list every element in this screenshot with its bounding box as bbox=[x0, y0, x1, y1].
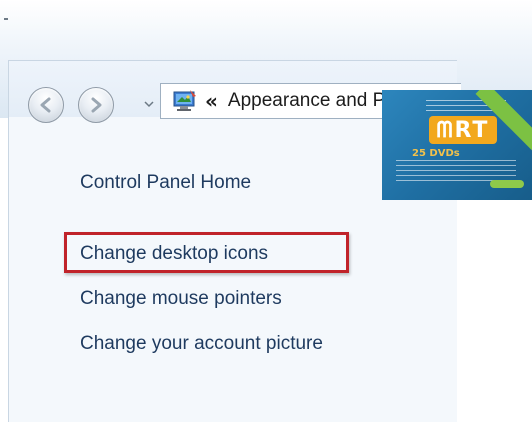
back-button[interactable] bbox=[28, 87, 64, 123]
forward-arrow-icon bbox=[91, 97, 102, 113]
watermark-logo-text: ᗰRT bbox=[436, 117, 490, 143]
change-mouse-pointers-link[interactable]: Change mouse pointers bbox=[80, 288, 282, 310]
watermark-logo-badge: ᗰRT bbox=[429, 116, 497, 144]
highlight-annotation bbox=[64, 232, 349, 273]
watermark-pill bbox=[490, 180, 524, 188]
breadcrumb-overflow[interactable]: « bbox=[205, 89, 218, 113]
back-arrow-icon bbox=[40, 97, 51, 113]
control-panel-icon bbox=[173, 90, 197, 112]
breadcrumb-appearance[interactable]: Appearance and Pe bbox=[228, 90, 396, 112]
watermark-logo: ᗰRT 25 DVDs bbox=[382, 90, 532, 200]
forward-button[interactable] bbox=[78, 87, 114, 123]
chevron-down-icon[interactable] bbox=[143, 98, 155, 110]
change-account-picture-link[interactable]: Change your account picture bbox=[80, 333, 323, 355]
window-corner-mark bbox=[4, 18, 8, 20]
watermark-subtitle: 25 DVDs bbox=[412, 148, 460, 159]
control-panel-home-link[interactable]: Control Panel Home bbox=[80, 172, 251, 194]
watermark-body-lines bbox=[396, 160, 516, 182]
